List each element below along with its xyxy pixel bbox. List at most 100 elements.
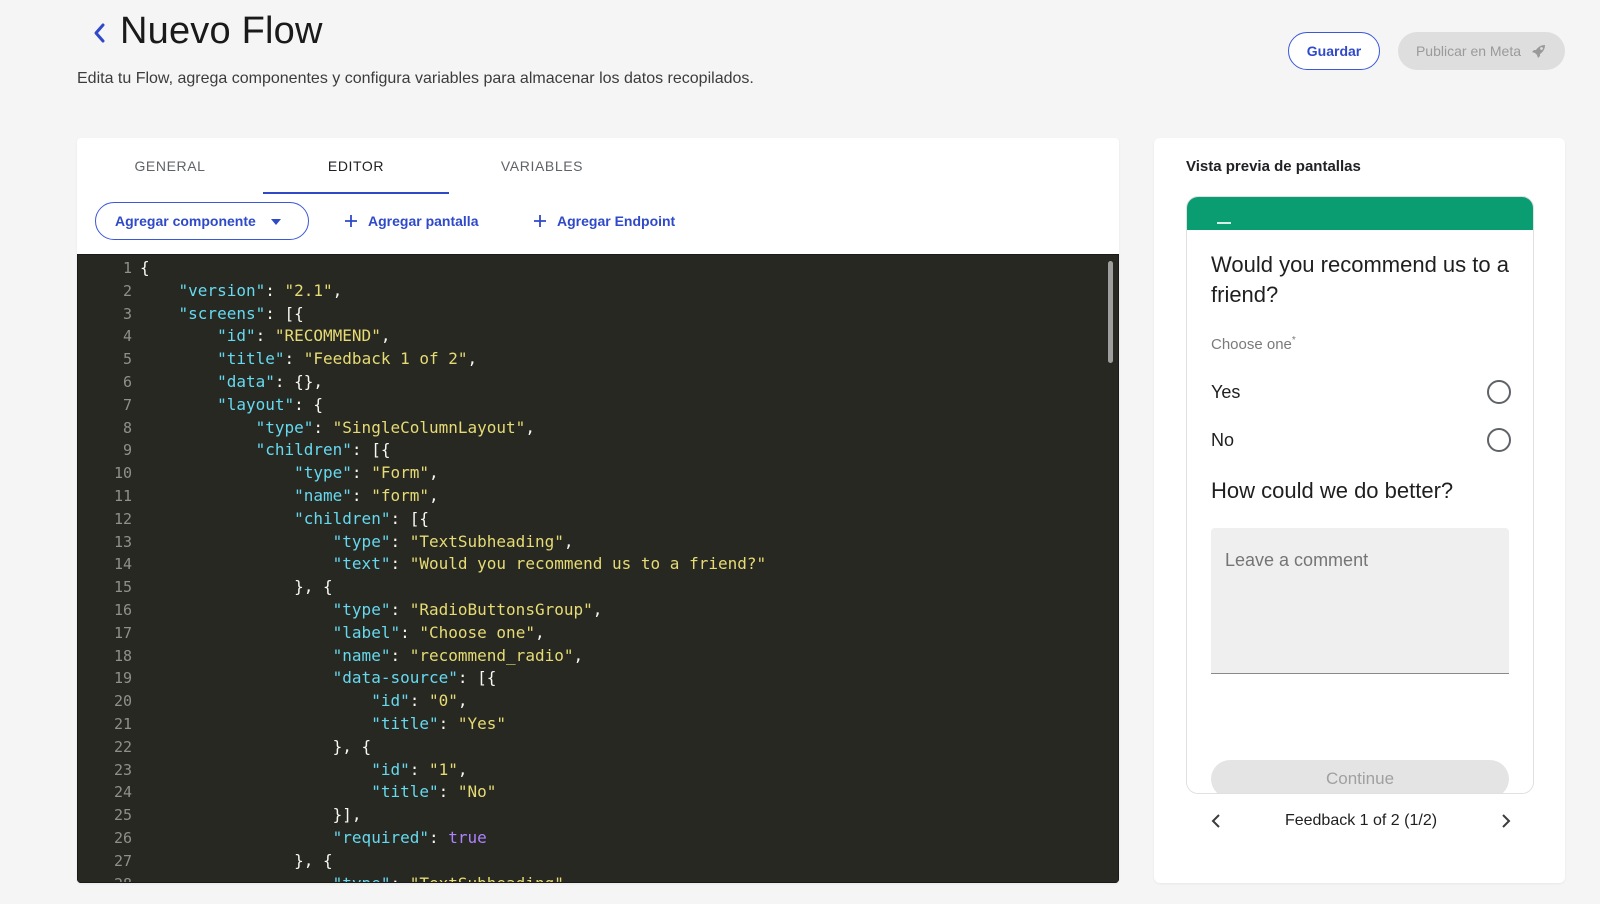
line-content: "name": "form", bbox=[294, 485, 439, 505]
prev-screen-button[interactable] bbox=[1206, 811, 1226, 831]
code-lines: 1{2 "version": "2.1", 3 "screens": [{4 "i… bbox=[78, 257, 1118, 882]
code-line: 7 "layout": { bbox=[78, 394, 1118, 417]
line-number: 18 bbox=[113, 646, 132, 665]
preview-title: Vista previa de pantallas bbox=[1186, 158, 1361, 175]
line-content: "type": "RadioButtonsGroup", bbox=[332, 599, 603, 619]
line-content: "type": "TextSubheading", bbox=[332, 531, 574, 551]
tab-bar: GENERAL EDITOR VARIABLES bbox=[77, 138, 1119, 194]
line-content: }, { bbox=[140, 850, 333, 870]
back-button[interactable] bbox=[86, 18, 112, 48]
line-content: "id": "RECOMMEND", bbox=[217, 326, 391, 346]
code-line: 3 "screens": [{ bbox=[78, 303, 1118, 326]
code-line: 12 "children": [{ bbox=[78, 508, 1118, 531]
code-line: 23 "id": "1", bbox=[78, 759, 1118, 782]
next-screen-button[interactable] bbox=[1496, 811, 1516, 831]
line-number: 21 bbox=[113, 714, 132, 733]
line-content: "data": {}, bbox=[217, 371, 324, 391]
tab-editor[interactable]: EDITOR bbox=[263, 138, 449, 194]
code-line: 17 "label": "Choose one", bbox=[78, 622, 1118, 645]
required-mark: * bbox=[1291, 335, 1296, 346]
line-content: "required": true bbox=[332, 827, 487, 847]
line-number: 12 bbox=[113, 509, 132, 528]
screen-pager: Feedback 1 of 2 (1/2) bbox=[1186, 806, 1534, 836]
code-line: 20 "id": "0", bbox=[78, 690, 1118, 713]
line-number: 22 bbox=[113, 737, 132, 756]
question-heading-2: How could we do better? bbox=[1211, 478, 1454, 503]
publish-button[interactable]: Publicar en Meta bbox=[1398, 32, 1565, 70]
radio-circle-icon[interactable] bbox=[1487, 380, 1511, 404]
line-number: 27 bbox=[113, 851, 132, 870]
question-heading: Would you recommend us to a friend? bbox=[1211, 252, 1509, 307]
page-subtitle: Edita tu Flow, agrega componentes y conf… bbox=[77, 70, 754, 87]
line-content: "data-source": [{ bbox=[332, 668, 497, 688]
line-content: "id": "1", bbox=[371, 759, 468, 779]
line-number: 26 bbox=[113, 828, 132, 847]
line-content: }], bbox=[140, 805, 362, 825]
line-number: 6 bbox=[122, 372, 132, 391]
phone-preview: Would you recommend us to a friend? Choo… bbox=[1186, 196, 1534, 794]
save-button[interactable]: Guardar bbox=[1288, 32, 1380, 70]
line-content: "version": "2.1", bbox=[178, 280, 343, 300]
line-content: "children": [{ bbox=[255, 440, 391, 460]
line-content: "title": "Yes" bbox=[371, 713, 507, 733]
rocket-icon bbox=[1532, 45, 1546, 58]
code-line: 27 }, { bbox=[78, 850, 1118, 873]
add-endpoint-label: Agregar Endpoint bbox=[557, 213, 676, 229]
line-number: 2 bbox=[122, 281, 132, 300]
editor-toolbar: Agregar componente Agregar pantalla Agre… bbox=[77, 202, 1119, 242]
code-line: 9 "children": [{ bbox=[78, 439, 1118, 462]
line-content: "title": "Feedback 1 of 2", bbox=[217, 349, 478, 369]
line-content: "type": "TextSubheading", bbox=[140, 873, 574, 882]
preview-card: Vista previa de pantallas Would you reco… bbox=[1154, 138, 1565, 883]
chevron-left-icon bbox=[94, 23, 105, 43]
add-screen-label: Agregar pantalla bbox=[368, 213, 479, 229]
line-number: 1 bbox=[122, 259, 132, 277]
line-content: "label": "Choose one", bbox=[332, 622, 545, 642]
line-number: 24 bbox=[113, 783, 132, 802]
line-content: "title": "No" bbox=[371, 782, 497, 802]
line-number: 3 bbox=[122, 304, 132, 323]
radio-group-label: Choose one* bbox=[1211, 335, 1296, 353]
add-screen-button[interactable]: Agregar pantalla bbox=[344, 202, 478, 240]
code-editor[interactable]: 1{2 "version": "2.1", 3 "screens": [{4 "i… bbox=[77, 254, 1119, 883]
line-number: 19 bbox=[113, 669, 132, 688]
comment-textarea[interactable] bbox=[1211, 528, 1509, 674]
add-component-button[interactable]: Agregar componente bbox=[95, 202, 309, 240]
line-content: }, { bbox=[140, 577, 333, 597]
plus-icon bbox=[345, 215, 357, 227]
radio-option-label: Yes bbox=[1211, 381, 1241, 402]
pager-text: Feedback 1 of 2 (1/2) bbox=[1284, 812, 1438, 829]
tab-general[interactable]: GENERAL bbox=[77, 138, 263, 194]
code-line: 16 "type": "RadioButtonsGroup", bbox=[78, 599, 1118, 622]
code-line: 2 "version": "2.1", bbox=[78, 280, 1118, 303]
radio-option-no[interactable]: No bbox=[1211, 425, 1511, 455]
tab-variables[interactable]: VARIABLES bbox=[449, 138, 635, 194]
line-content: "text": "Would you recommend us to a fri… bbox=[332, 554, 767, 574]
add-endpoint-button[interactable]: Agregar Endpoint bbox=[533, 202, 675, 240]
code-line: 22 }, { bbox=[78, 736, 1118, 759]
radio-option-yes[interactable]: Yes bbox=[1211, 377, 1511, 407]
publish-button-label: Publicar en Meta bbox=[1415, 43, 1522, 59]
caret-down-icon bbox=[271, 219, 281, 225]
radio-circle-icon[interactable] bbox=[1487, 428, 1511, 452]
code-line: 18 "name": "recommend_radio", bbox=[78, 645, 1118, 668]
line-content: "name": "recommend_radio", bbox=[332, 645, 584, 665]
line-number: 7 bbox=[122, 395, 132, 414]
line-number: 8 bbox=[122, 418, 132, 437]
line-content: "screens": [{ bbox=[178, 303, 304, 323]
phone-header bbox=[1187, 197, 1533, 255]
line-number: 14 bbox=[113, 555, 132, 574]
editor-scrollbar[interactable] bbox=[1108, 261, 1113, 363]
line-content: "id": "0", bbox=[371, 691, 468, 711]
code-line: 25 }], bbox=[78, 804, 1118, 827]
chevron-right-icon bbox=[1502, 814, 1511, 828]
line-content: { bbox=[140, 258, 150, 277]
continue-button[interactable]: Continue bbox=[1211, 760, 1509, 793]
page-title: Nuevo Flow bbox=[120, 10, 323, 52]
code-line: 21 "title": "Yes" bbox=[78, 713, 1118, 736]
line-content: "children": [{ bbox=[294, 508, 429, 528]
code-line: 15 }, { bbox=[78, 576, 1118, 599]
code-line: 13 "type": "TextSubheading", bbox=[78, 531, 1118, 554]
code-line: 10 "type": "Form", bbox=[78, 462, 1118, 485]
code-line: 24 "title": "No" bbox=[78, 781, 1118, 804]
